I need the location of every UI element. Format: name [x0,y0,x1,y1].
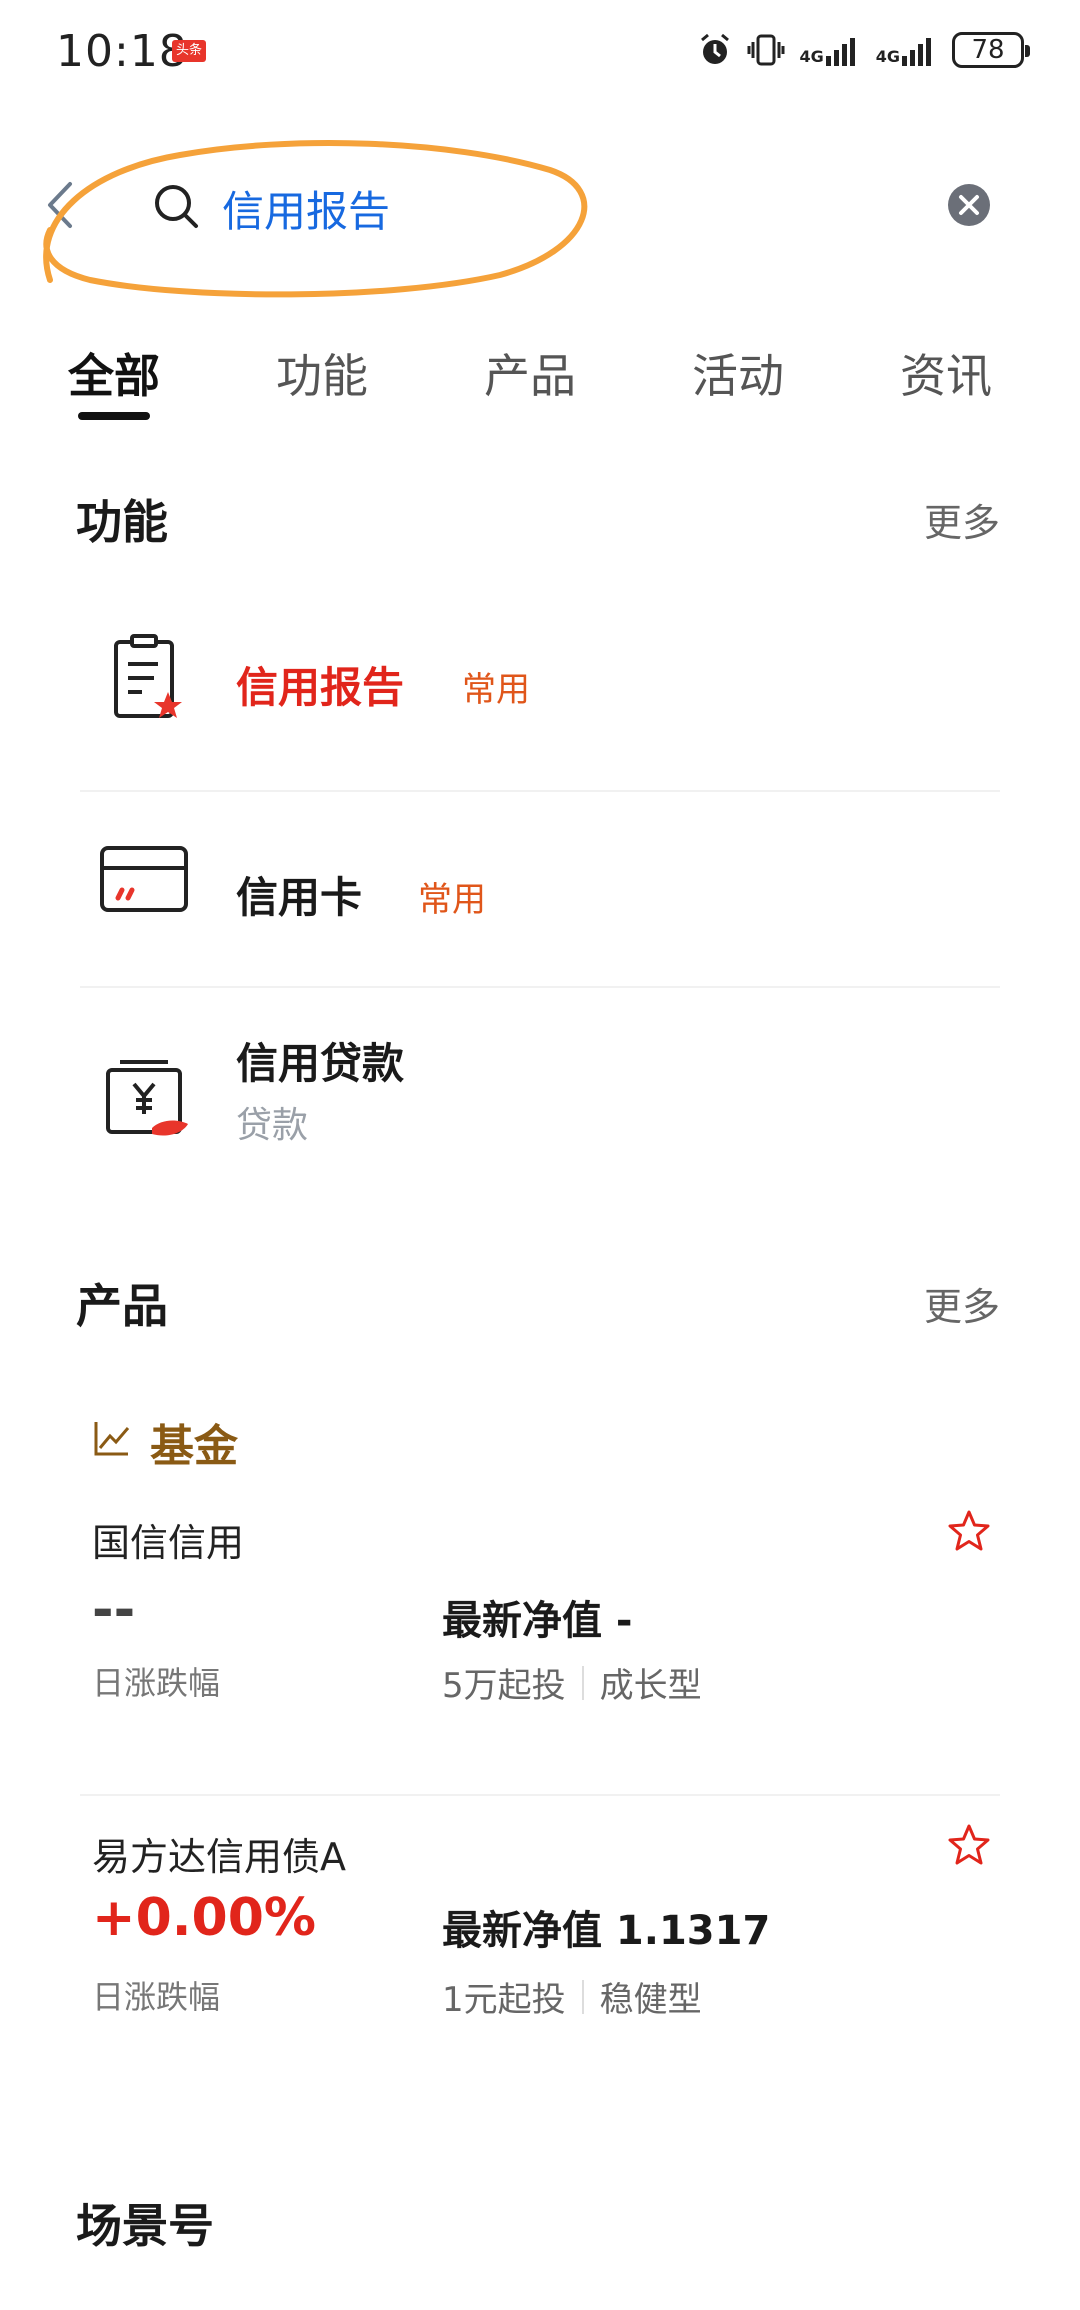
frequent-tag: 常用 [462,670,530,710]
products-section-header: 产品 更多 [0,1270,1080,1340]
trend-chart-icon [94,1422,130,1456]
function-item-credit-loan[interactable]: 信用贷款 贷款 [80,1030,1000,1180]
divider [80,986,1000,988]
clear-icon[interactable] [946,182,992,228]
fund-daily-change: +0.00% [92,1888,316,1948]
signal-2: 4G [876,34,938,66]
fund-risk-type: 稳健型 [599,1980,702,2020]
favorite-star-icon[interactable] [946,1508,992,1554]
meta-separator [581,1665,584,1700]
fund-card[interactable]: 易方达信用债A +0.00% 日涨跌幅 最新净值 1.1317 1元起投 稳健型 [92,1824,992,2046]
function-subtitle: 贷款 [236,1105,309,1146]
frequent-tag: 常用 [418,880,486,920]
fund-meta: 1元起投 稳健型 [442,1972,702,2021]
news-badge: 头条 [172,40,206,62]
fund-name: 国信信用 [92,1521,245,1565]
search-icon [155,185,198,228]
tab-activities[interactable]: 活动 [692,340,784,406]
signal-bars-icon [902,38,931,66]
section-title: 功能 [76,495,168,549]
fund-risk-type: 成长型 [599,1666,702,1706]
status-time: 10:18 [56,26,188,77]
favorite-star-icon[interactable] [946,1822,992,1868]
chevron-left-icon[interactable] [40,180,80,230]
divider [80,1794,1000,1796]
search-input[interactable]: 信用报告 [222,178,390,239]
meta-separator [581,1979,584,2014]
tab-products[interactable]: 产品 [484,340,576,406]
function-title: 信用报告 [236,663,405,712]
fund-min-invest: 1元起投 [442,1980,566,2020]
tab-functions[interactable]: 功能 [276,340,368,406]
function-title: 信用贷款 [236,1039,405,1088]
fund-card[interactable]: 国信信用 -- 日涨跌幅 最新净值 - 5万起投 成长型 [92,1510,992,1732]
credit-card-icon [100,846,188,912]
fund-daily-change-label: 日涨跌幅 [92,1978,221,2016]
fund-nav: 最新净值 1.1317 [442,1908,771,1954]
signal-bars-icon [825,38,855,66]
section-title: 场景号 [76,2199,214,2253]
function-item-credit-card[interactable]: 信用卡 常用 [80,830,1000,980]
status-icons: 4G 4G 78 [697,28,1030,72]
search-header: 信用报告 [0,130,1080,298]
fund-min-invest: 5万起投 [442,1666,566,1706]
functions-more-link[interactable]: 更多 [924,492,1000,547]
section-title: 产品 [76,1279,168,1333]
tab-all[interactable]: 全部 [68,340,160,406]
tab-news[interactable]: 资讯 [900,340,992,406]
scenes-section-header: 场景号 [0,2190,1080,2260]
active-tab-indicator [78,412,150,420]
alarm-icon [701,33,730,64]
fund-name: 易方达信用债A [92,1835,346,1879]
vibrate-icon [747,34,785,66]
battery-indicator: 78 [952,32,1030,68]
credit-report-icon [114,634,182,718]
divider [80,790,1000,792]
fund-daily-change-label: 日涨跌幅 [92,1664,221,1702]
fund-category-label: 基金 [150,1421,238,1472]
status-bar: 10:18 头条 4G 4G 78 [0,0,1080,100]
products-more-link[interactable]: 更多 [924,1276,1000,1331]
loan-icon [106,1060,188,1136]
fund-nav: 最新净值 - [442,1598,633,1644]
fund-meta: 5万起投 成长型 [442,1658,702,1707]
category-tabs: 全部 功能 产品 活动 资讯 [0,330,1080,440]
signal-1: 4G [799,34,861,66]
fund-daily-change: -- [92,1580,136,1640]
function-title: 信用卡 [236,873,363,922]
function-item-credit-report[interactable]: 信用报告 常用 [80,630,1000,780]
functions-section-header: 功能 更多 [0,486,1080,556]
